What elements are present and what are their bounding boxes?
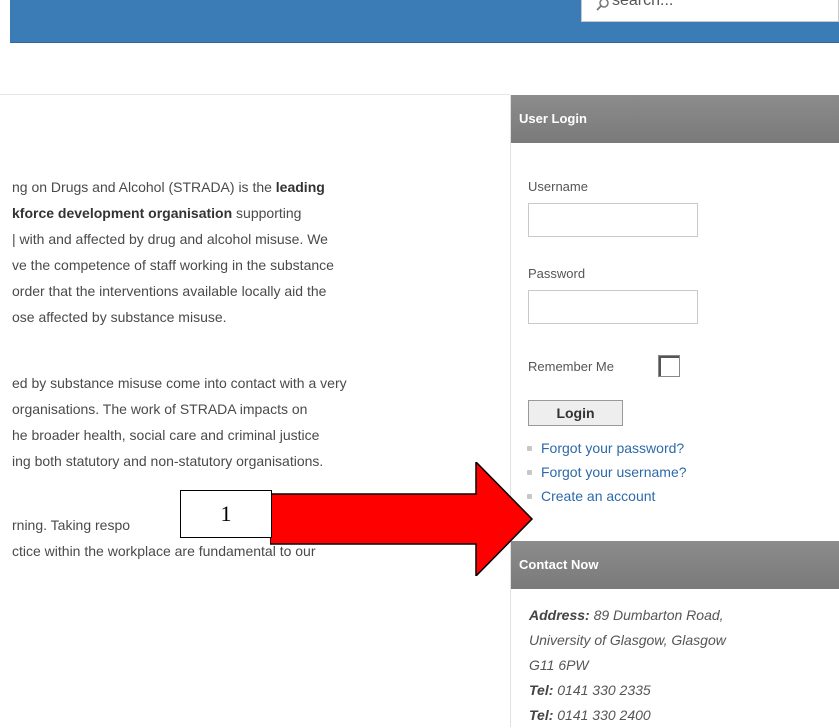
remember-me-label: Remember Me xyxy=(528,359,614,374)
tel-label: Tel: xyxy=(529,682,554,698)
contact-address-line: G11 6PW xyxy=(529,657,589,673)
text-line: ng on Drugs and Alcohol (STRADA) is the … xyxy=(12,179,325,195)
annotation-number-box: 1 xyxy=(180,490,272,538)
tel-value: 0141 330 2335 xyxy=(553,682,651,698)
text-line: he broader health, social care and crimi… xyxy=(12,427,320,443)
search-input[interactable] xyxy=(612,0,812,11)
text-line: order that the interventions available l… xyxy=(12,283,327,299)
search-box[interactable] xyxy=(581,0,839,22)
text-line: ose affected by substance misuse. xyxy=(12,309,227,325)
address-label: Address: xyxy=(529,607,590,623)
contact-address-line: University of Glasgow, Glasgow xyxy=(529,632,726,648)
contact-tel-line: Tel: 0141 330 2335 xyxy=(529,678,651,703)
list-item: Forgot your username? xyxy=(527,460,687,484)
user-login-header: User Login xyxy=(511,95,839,143)
text-line: organisations. The work of STRADA impact… xyxy=(12,401,308,417)
tel-label: Tel: xyxy=(529,707,554,723)
contact-now-header: Contact Now xyxy=(511,541,839,589)
search-icon xyxy=(596,0,609,11)
password-label: Password xyxy=(528,266,586,281)
sidebar: User Login Username Password Remember Me… xyxy=(510,95,839,727)
login-button[interactable]: Login xyxy=(528,400,623,426)
banner-edge xyxy=(0,0,10,44)
login-links: Forgot your password? Forgot your userna… xyxy=(527,436,687,508)
text-line: ve the competence of staff working in th… xyxy=(12,257,334,273)
forgot-password-link[interactable]: Forgot your password? xyxy=(541,440,684,456)
forgot-username-link[interactable]: Forgot your username? xyxy=(541,464,687,480)
text-line: kforce development organisation supporti… xyxy=(12,205,302,221)
text-line: ed by substance misuse come into contact… xyxy=(12,375,347,391)
bullet-icon xyxy=(527,446,532,451)
list-item: Forgot your password? xyxy=(527,436,687,460)
annotation-arrow-icon xyxy=(270,462,534,576)
address-value: 89 Dumbarton Road, xyxy=(589,607,724,623)
contact-address-line: Address: 89 Dumbarton Road, xyxy=(529,603,724,628)
list-item: Create an account xyxy=(527,484,687,508)
password-field[interactable] xyxy=(528,290,698,324)
text-line: rning. Taking respo xyxy=(12,517,131,533)
create-account-link[interactable]: Create an account xyxy=(541,488,655,504)
username-field[interactable] xyxy=(528,203,698,237)
content-divider xyxy=(0,94,510,95)
username-label: Username xyxy=(528,179,588,194)
remember-me-checkbox[interactable] xyxy=(658,355,680,377)
text-line: | with and affected by drug and alcohol … xyxy=(12,231,328,247)
tel-value: 0141 330 2400 xyxy=(553,707,651,723)
contact-tel-line: Tel: 0141 330 2400 xyxy=(529,703,651,728)
